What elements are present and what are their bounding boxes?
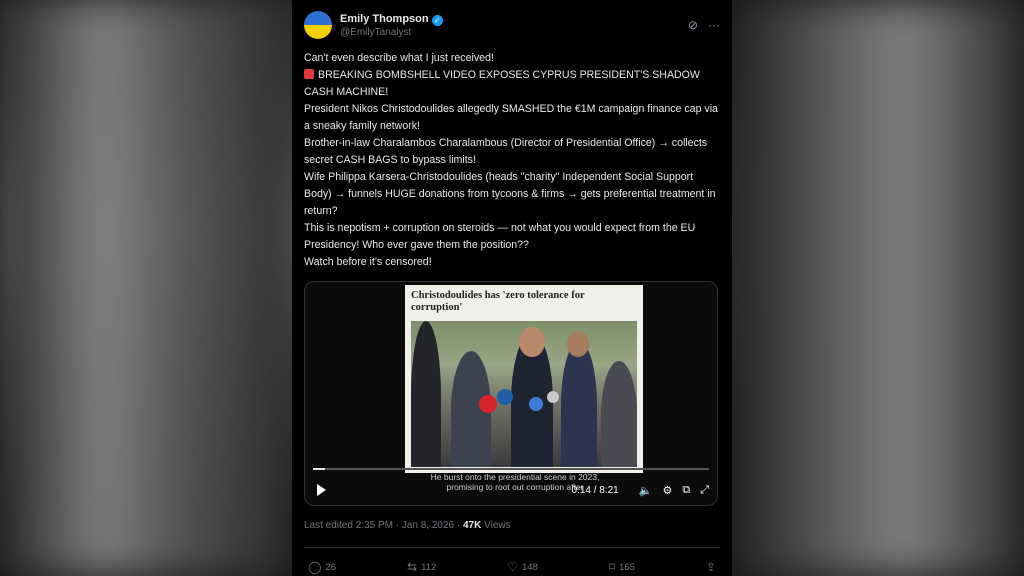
- like-count: 148: [522, 561, 538, 573]
- tweet-line: Brother-in-law Charalambos Charalambous …: [304, 137, 708, 166]
- video-player[interactable]: Christodoulides has 'zero tolerance for …: [304, 281, 718, 506]
- avatar[interactable]: [304, 11, 332, 39]
- video-frame-article: Christodoulides has 'zero tolerance for …: [405, 285, 643, 473]
- grok-icon[interactable]: ⊘: [688, 18, 698, 32]
- author-info: Emily Thompson ✓ @EmilyTanalyst: [340, 11, 688, 39]
- repost-icon: ⇆: [407, 560, 418, 574]
- repost-count: 112: [421, 561, 437, 573]
- tweet-line: Wife Philippa Karsera-Christodoulides (h…: [304, 171, 716, 217]
- tweet-meta: Last edited 2:35 PM · Jan 8, 2026 · 47K …: [304, 520, 720, 531]
- author-handle[interactable]: @EmilyTanalyst: [340, 26, 688, 39]
- bookmark-icon: ⌑: [608, 560, 616, 574]
- share-icon: ⇪: [705, 560, 716, 574]
- video-time: 0:14 / 8:21: [571, 484, 619, 496]
- action-bar: ◯ 26 ⇆ 112 ♡ 148 ⌑ 165 ⇪: [304, 560, 720, 574]
- press-photo: [411, 321, 637, 467]
- tweet-line: This is nepotism + corruption on steroid…: [304, 222, 696, 251]
- tweet-line: Watch before it's censored!: [304, 256, 432, 268]
- blurred-background-left: [0, 0, 292, 576]
- author-display-name[interactable]: Emily Thompson: [340, 13, 429, 25]
- video-progress-bar[interactable]: [313, 468, 709, 470]
- share-button[interactable]: ⇪: [706, 560, 716, 574]
- bookmark-button[interactable]: ⌑ 165: [609, 560, 635, 574]
- fullscreen-icon[interactable]: ⤢: [700, 484, 709, 497]
- verified-badge-icon: ✓: [431, 15, 443, 26]
- tweet-line: Can't even describe what I just received…: [304, 52, 494, 64]
- views-label: Views: [481, 520, 511, 531]
- divider: [304, 547, 720, 548]
- edited-timestamp[interactable]: Last edited 2:35 PM · Jan 8, 2026 ·: [304, 520, 463, 531]
- repost-button[interactable]: ⇆ 112: [407, 560, 436, 574]
- heart-icon: ♡: [507, 560, 518, 574]
- reply-count: 26: [325, 561, 337, 573]
- volume-icon[interactable]: 🔈: [639, 484, 653, 497]
- bookmark-count: 165: [619, 561, 635, 573]
- reply-icon: ◯: [308, 560, 322, 574]
- views-count[interactable]: 47K: [463, 520, 481, 531]
- like-button[interactable]: ♡ 148: [507, 560, 538, 574]
- popout-icon[interactable]: ⧉: [682, 484, 690, 497]
- video-controls: 0:14 / 8:21 🔈 ⚙ ⧉ ⤢: [313, 482, 709, 498]
- more-icon[interactable]: ···: [708, 18, 720, 32]
- reply-button[interactable]: ◯ 26: [308, 560, 336, 574]
- settings-icon[interactable]: ⚙: [662, 484, 672, 497]
- tweet-card: Emily Thompson ✓ @EmilyTanalyst ⊘ ··· Can…: [292, 0, 732, 576]
- blurred-background-right: [732, 0, 1024, 576]
- tweet-header: Emily Thompson ✓ @EmilyTanalyst ⊘ ···: [304, 8, 720, 42]
- play-icon[interactable]: [317, 484, 326, 496]
- tweet-text: Can't even describe what I just received…: [304, 50, 720, 271]
- article-title: Christodoulides has 'zero tolerance for …: [411, 290, 585, 313]
- tweet-line: President Nikos Christodoulides allegedl…: [304, 103, 718, 132]
- siren-icon: [304, 69, 314, 79]
- tweet-line: BREAKING BOMBSHELL VIDEO EXPOSES CYPRUS …: [304, 69, 700, 98]
